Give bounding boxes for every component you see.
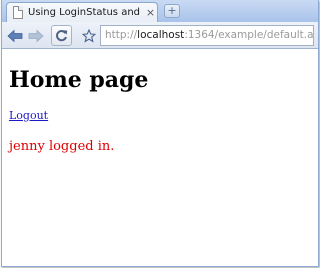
logout-link[interactable]: Logout (9, 109, 48, 123)
bookmark-button[interactable] (81, 27, 97, 44)
browser-window: Using LoginStatus and Logi... × + (1, 0, 319, 267)
url-path: :1364/example/default.aspx (184, 29, 314, 41)
reload-icon (56, 30, 68, 42)
arrow-right-icon (28, 29, 44, 42)
back-button[interactable] (6, 27, 23, 44)
tab-title: Using LoginStatus and Logi... (28, 7, 141, 18)
page-title: Home page (9, 67, 149, 93)
page-icon (13, 6, 23, 19)
browser-tab[interactable]: Using LoginStatus and Logi... × (6, 2, 158, 22)
close-icon[interactable]: × (145, 6, 156, 19)
new-tab-button[interactable]: + (164, 4, 180, 18)
page-content: Home page Logout jenny logged in. (2, 50, 318, 266)
tab-strip: Using LoginStatus and Logi... × + (2, 0, 318, 22)
browser-toolbar: http://localhost:1364/example/default.as… (2, 22, 318, 49)
forward-button[interactable] (27, 27, 44, 44)
star-icon (82, 28, 96, 43)
url-scheme: http:// (105, 29, 138, 41)
reload-button[interactable] (51, 25, 72, 46)
login-status-message: jenny logged in. (9, 139, 115, 154)
address-bar[interactable]: http://localhost:1364/example/default.as… (100, 25, 314, 46)
arrow-left-icon (6, 29, 22, 42)
url-host: localhost (137, 29, 185, 41)
new-tab-icon: + (167, 4, 177, 17)
